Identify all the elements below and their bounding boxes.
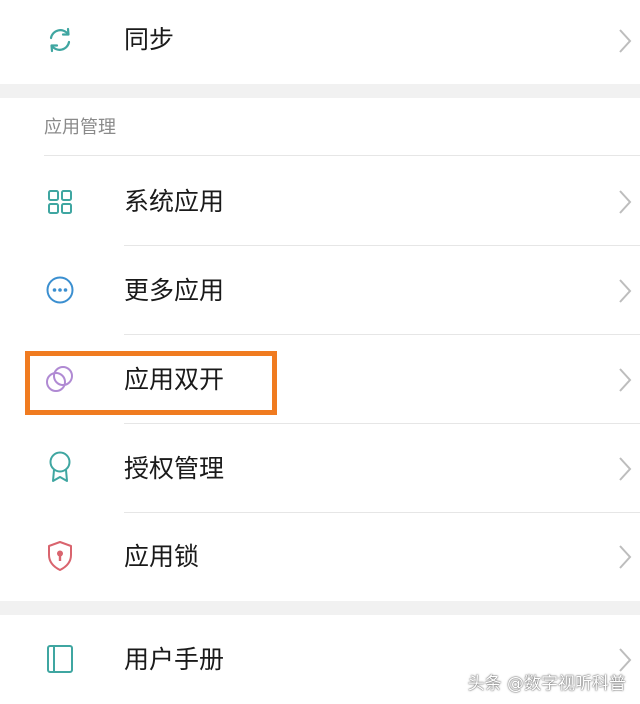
chevron-right-icon (619, 279, 632, 303)
dual-circles-icon (44, 363, 76, 395)
manual-icon (44, 643, 76, 675)
settings-row-permission-management[interactable]: 授权管理 (0, 424, 640, 513)
settings-row-sync[interactable]: 同步 (0, 0, 640, 84)
more-dots-icon (44, 274, 76, 306)
grid-icon (44, 186, 76, 218)
chevron-right-icon (619, 545, 632, 569)
shield-lock-icon (44, 540, 76, 572)
sync-icon (44, 24, 76, 56)
section-gap (0, 84, 640, 98)
divider (44, 155, 640, 156)
system-apps-label: 系统应用 (124, 187, 225, 216)
section-gap (0, 601, 640, 615)
chevron-right-icon (619, 190, 632, 214)
user-manual-label: 用户手册 (124, 645, 225, 674)
settings-row-system-apps[interactable]: 系统应用 (0, 157, 640, 246)
chevron-right-icon (619, 457, 632, 481)
chevron-right-icon (619, 368, 632, 392)
award-icon (44, 451, 76, 483)
app-lock-label: 应用锁 (124, 542, 200, 571)
dual-apps-label: 应用双开 (124, 365, 225, 394)
watermark: 头条 @数字视听科普 (467, 674, 626, 694)
settings-row-app-lock[interactable]: 应用锁 (0, 513, 640, 601)
more-apps-label: 更多应用 (124, 276, 225, 305)
sync-label: 同步 (124, 25, 175, 54)
settings-row-more-apps[interactable]: 更多应用 (0, 246, 640, 335)
permission-management-label: 授权管理 (124, 454, 225, 483)
settings-row-dual-apps[interactable]: 应用双开 (0, 335, 640, 424)
section-title: 应用管理 (44, 117, 116, 138)
chevron-right-icon (619, 29, 632, 53)
section-header-app-management: 应用管理 (0, 98, 640, 156)
